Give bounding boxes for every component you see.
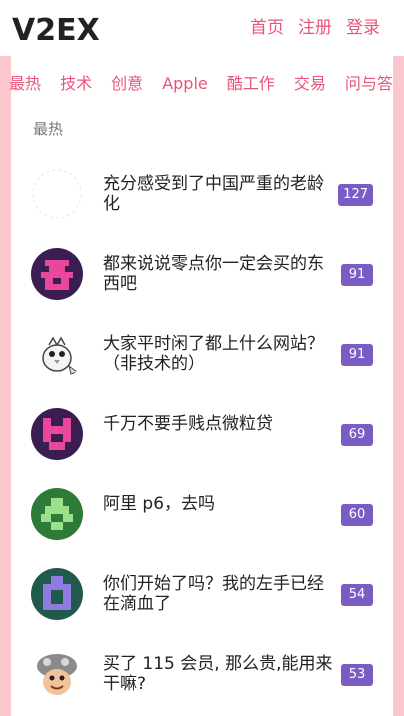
tab-bar: 最热 技术 创意 Apple 酷工作 交易 问与答 bbox=[9, 72, 393, 96]
topic-title[interactable]: 买了 115 会员, 那么贵,能用来干嘛? bbox=[103, 654, 335, 694]
tab-deals[interactable]: 交易 bbox=[294, 72, 326, 96]
topic-item[interactable]: 阿里 p6，去吗 60 bbox=[11, 484, 393, 544]
nav-home-link[interactable]: 首页 bbox=[250, 16, 284, 40]
topic-title[interactable]: 你们开始了吗？我的左手已经在滴血了 bbox=[103, 574, 335, 614]
tab-qna[interactable]: 问与答 bbox=[345, 72, 393, 96]
topic-item[interactable]: 你们开始了吗？我的左手已经在滴血了 54 bbox=[11, 564, 393, 624]
topic-title[interactable]: 阿里 p6，去吗 bbox=[103, 494, 335, 514]
top-nav: 首页 注册 登录 bbox=[250, 16, 380, 40]
content-panel: 最热 技术 创意 Apple 酷工作 交易 问与答 最热 充分感受到了中国严重的… bbox=[9, 56, 393, 716]
mushroom-character-avatar-icon[interactable] bbox=[31, 648, 83, 700]
topic-item[interactable]: 充分感受到了中国严重的老龄化 127 bbox=[11, 164, 393, 224]
reply-count-badge: 91 bbox=[341, 264, 373, 286]
nav-login-link[interactable]: 登录 bbox=[346, 16, 380, 40]
svg-text:V2EX: V2EX bbox=[12, 13, 100, 46]
topic-item[interactable]: 大家平时闲了都上什么网站？（非技术的） 91 bbox=[11, 324, 393, 384]
section-title: 最热 bbox=[33, 120, 64, 138]
topic-item[interactable]: 买了 115 会员, 那么贵,能用来干嘛? 53 bbox=[11, 644, 393, 704]
nav-register-link[interactable]: 注册 bbox=[298, 16, 332, 40]
topic-title[interactable]: 充分感受到了中国严重的老龄化 bbox=[103, 174, 335, 214]
topic-title[interactable]: 都来说说零点你一定会买的东西吧 bbox=[103, 254, 335, 294]
tab-jobs[interactable]: 酷工作 bbox=[227, 72, 275, 96]
green-pixel-avatar-icon[interactable] bbox=[31, 488, 83, 540]
reply-count-badge: 54 bbox=[341, 584, 373, 606]
v2ex-logo[interactable]: V2EX bbox=[12, 12, 108, 46]
reply-count-badge: 53 bbox=[341, 664, 373, 686]
cartoon-bird-avatar-icon[interactable] bbox=[31, 328, 83, 380]
topic-item[interactable]: 都来说说零点你一定会买的东西吧 91 bbox=[11, 244, 393, 304]
topic-item[interactable]: 千万不要手贱点微粒贷 69 bbox=[11, 404, 393, 464]
reply-count-badge: 69 bbox=[341, 424, 373, 446]
reply-count-badge: 60 bbox=[341, 504, 373, 526]
topic-title[interactable]: 大家平时闲了都上什么网站？（非技术的） bbox=[103, 334, 335, 374]
tab-creative[interactable]: 创意 bbox=[111, 72, 143, 96]
purple-pixel-avatar-icon[interactable] bbox=[31, 568, 83, 620]
tab-tech[interactable]: 技术 bbox=[60, 72, 92, 96]
reply-count-badge: 91 bbox=[341, 344, 373, 366]
content-frame: 最热 技术 创意 Apple 酷工作 交易 问与答 最热 充分感受到了中国严重的… bbox=[0, 56, 404, 716]
pink-pixel-avatar-icon[interactable] bbox=[31, 248, 83, 300]
tab-hot[interactable]: 最热 bbox=[9, 72, 41, 96]
pink-pixel-avatar-icon[interactable] bbox=[31, 408, 83, 460]
reply-count-badge: 127 bbox=[338, 184, 373, 206]
top-bar: V2EX 首页 注册 登录 bbox=[0, 0, 404, 56]
topic-title[interactable]: 千万不要手贱点微粒贷 bbox=[103, 414, 335, 434]
loading-placeholder-icon[interactable] bbox=[31, 168, 83, 220]
tab-apple[interactable]: Apple bbox=[162, 72, 208, 96]
